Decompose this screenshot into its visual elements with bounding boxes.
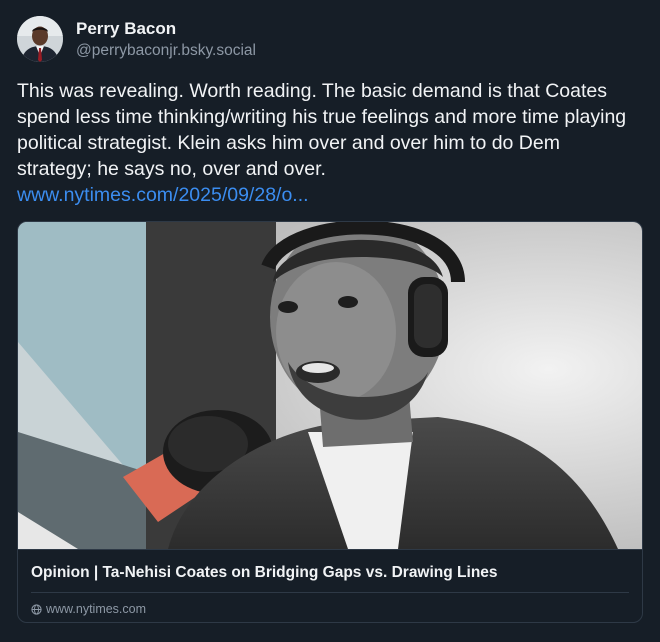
display-name[interactable]: Perry Bacon <box>76 18 256 40</box>
post[interactable]: Perry Bacon @perrybaconjr.bsky.social Th… <box>0 0 660 642</box>
link-card-title: Opinion | Ta-Nehisi Coates on Bridging G… <box>31 564 498 581</box>
post-text: This was revealing. Worth reading. The b… <box>17 80 627 180</box>
link-card-meta: Opinion | Ta-Nehisi Coates on Bridging G… <box>18 550 642 617</box>
author-names: Perry Bacon @perrybaconjr.bsky.social <box>76 18 256 61</box>
avatar-image <box>17 16 63 62</box>
post-header: Perry Bacon @perrybaconjr.bsky.social <box>17 14 643 64</box>
post-body: This was revealing. Worth reading. The b… <box>17 78 639 208</box>
link-card-image <box>18 222 642 550</box>
link-card-domain: www.nytimes.com <box>46 602 147 616</box>
link-card-divider <box>31 592 629 593</box>
globe-icon <box>31 603 42 615</box>
author-handle[interactable]: @perrybaconjr.bsky.social <box>76 40 256 61</box>
avatar[interactable] <box>17 16 63 62</box>
link-card[interactable]: Opinion | Ta-Nehisi Coates on Bridging G… <box>17 221 643 623</box>
post-link[interactable]: www.nytimes.com/2025/09/28/o... <box>17 182 639 208</box>
link-card-domain-row: www.nytimes.com <box>31 601 629 617</box>
